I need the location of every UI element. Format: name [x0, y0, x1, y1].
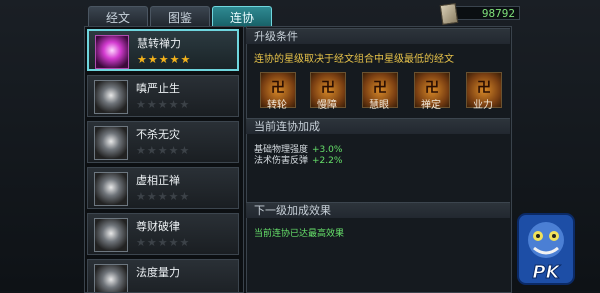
star-rating: ★★★★★	[137, 53, 192, 66]
skill-name: 法度量力	[136, 266, 180, 279]
star-rating: ★★★★★	[136, 144, 191, 157]
skill-name: 尊财破律	[136, 220, 180, 233]
skill-list[interactable]: 慧转禅力 ★★★★★ 嗔严止生 ★★★★★ 不杀无灾 ★★★★★ 虚相正禅 ★★…	[84, 26, 244, 293]
stat-row: 法术伤害反弹 +2.2%	[254, 153, 342, 166]
rune-label: 慧眼	[369, 100, 389, 111]
upgrade-header: 升级条件	[246, 28, 510, 44]
next-bonus-header: 下一级加成效果	[246, 202, 510, 218]
rune-glyph: 卍	[425, 80, 439, 96]
rune-glyph: 卍	[321, 80, 335, 96]
skill-name: 嗔严止生	[136, 82, 180, 95]
badge-text: PK	[532, 262, 561, 283]
rune-label: 禅定	[421, 100, 441, 111]
tab-bar: 经文 图鉴 连协	[88, 6, 272, 27]
skill-icon	[94, 218, 128, 252]
rune-glyph: 卍	[373, 80, 387, 96]
skill-icon	[94, 172, 128, 206]
upgrade-description: 连协的星级取决于经文组合中星级最低的经文	[254, 54, 454, 65]
skill-icon	[95, 35, 129, 69]
currency-amount: 98792	[481, 6, 515, 20]
current-bonus-header: 当前连协加成	[246, 118, 510, 134]
skill-icon	[94, 264, 128, 292]
game-screen: 经文 图鉴 连协 98792 慧转禅力 ★★★★★ 嗔严止生 ★★★★★ 不杀无…	[0, 0, 600, 293]
pk-badge-icon[interactable]: PK	[516, 212, 576, 286]
tab-scripture[interactable]: 经文	[88, 6, 148, 27]
star-rating: ★★★★★	[136, 236, 191, 249]
skill-item[interactable]: 慧转禅力 ★★★★★	[87, 29, 239, 71]
rune-glyph: 卍	[271, 80, 285, 96]
skill-item[interactable]: 嗔严止生 ★★★★★	[87, 75, 239, 117]
scroll-icon	[439, 2, 459, 26]
tab-combo[interactable]: 连协	[212, 6, 272, 27]
star-rating: ★★★★★	[136, 190, 191, 203]
rune-label: 业力	[473, 100, 493, 111]
next-bonus-text: 当前连协已达最高效果	[254, 229, 345, 239]
skill-item[interactable]: 虚相正禅 ★★★★★	[87, 167, 239, 209]
skill-icon	[94, 80, 128, 114]
skill-icon	[94, 126, 128, 160]
skill-name: 慧转禅力	[137, 37, 181, 50]
rune-label: 转轮	[267, 100, 287, 111]
rune-label: 慢障	[317, 100, 337, 111]
rune-glyph: 卍	[477, 80, 491, 96]
skill-name: 虚相正禅	[136, 174, 180, 187]
stat-value: +2.2%	[312, 156, 343, 166]
currency-display: 98792	[439, 2, 520, 26]
star-rating: ★★★★★	[136, 98, 191, 111]
skill-item[interactable]: 尊财破律 ★★★★★	[87, 213, 239, 255]
skill-item[interactable]: 法度量力	[87, 259, 239, 292]
stat-name: 法术伤害反弹	[254, 156, 309, 166]
skill-item[interactable]: 不杀无灾 ★★★★★	[87, 121, 239, 163]
skill-name: 不杀无灾	[136, 128, 180, 141]
tab-codex[interactable]: 图鉴	[150, 6, 210, 27]
